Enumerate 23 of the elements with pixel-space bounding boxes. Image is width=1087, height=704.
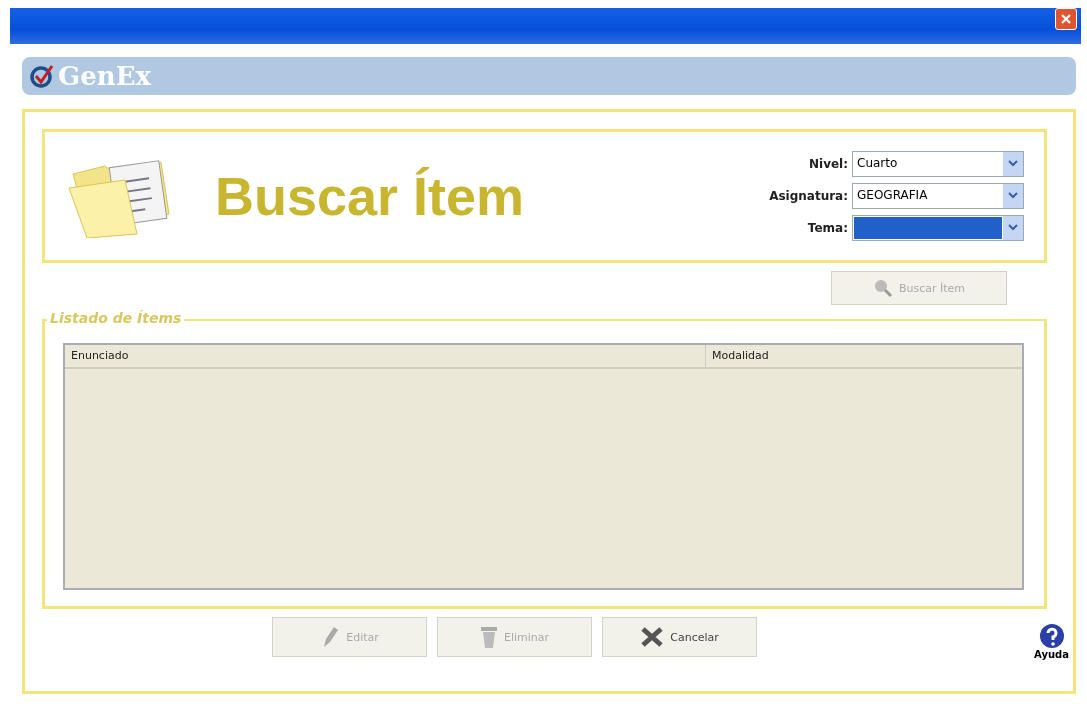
dropdown-field[interactable]	[852, 215, 1024, 241]
cancel-button[interactable]: Cancelar	[602, 617, 757, 657]
help-button[interactable]: Ayuda	[1034, 623, 1069, 660]
dropdown-field[interactable]: GEOGRAFIA	[852, 183, 1024, 209]
filter-label: Tema:	[807, 221, 848, 235]
column-header[interactable]: Modalidad	[706, 345, 775, 367]
column-header[interactable]: Enunciado	[65, 345, 706, 367]
question-mark-icon	[1038, 623, 1065, 649]
close-icon	[1060, 13, 1072, 25]
close-button[interactable]	[1055, 8, 1077, 30]
filter-label: Nivel:	[808, 157, 848, 171]
search-icon	[872, 278, 893, 298]
filter-label: Asignatura:	[769, 189, 848, 203]
group-legend: Listado de Ítems	[47, 310, 185, 326]
chevron-down-icon	[1008, 224, 1018, 232]
chevron-down-icon	[1008, 192, 1018, 200]
check-logo-icon	[30, 64, 54, 88]
app-logo-text: GenEx	[58, 61, 151, 91]
cross-icon	[640, 626, 665, 648]
trash-can-icon	[479, 625, 498, 649]
page-title: Buscar Ítem	[215, 165, 526, 227]
dropdown-field[interactable]: Cuarto	[852, 151, 1024, 177]
chevron-down-icon	[1008, 160, 1018, 168]
